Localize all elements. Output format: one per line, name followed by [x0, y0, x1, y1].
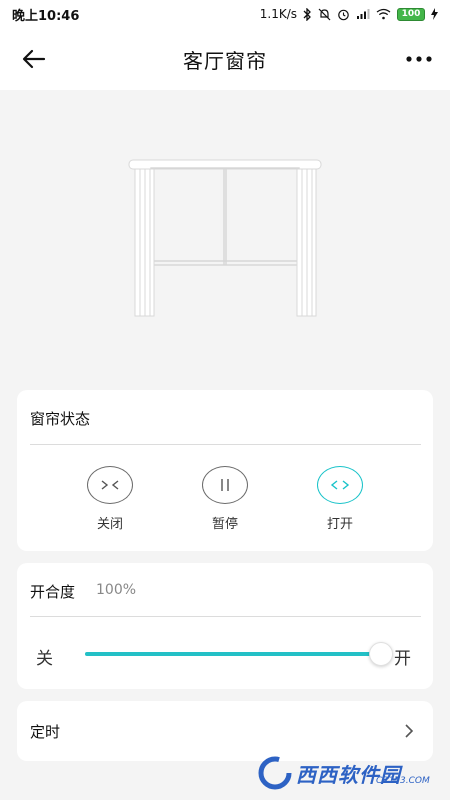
- open-curtain-label: 打开: [326, 517, 353, 532]
- wifi-icon: [376, 8, 391, 20]
- timer-title: 定时: [30, 723, 61, 741]
- status-time: 晚上10:46: [12, 8, 80, 24]
- open-curtain-circle: [317, 466, 363, 504]
- bluetooth-icon: [303, 7, 312, 21]
- curtain-image: [128, 159, 322, 317]
- pause-label: 暂停: [211, 517, 238, 532]
- open-curtain-button[interactable]: 打开: [310, 466, 370, 532]
- more-button[interactable]: [404, 46, 434, 72]
- battery-icon: 100: [397, 7, 425, 21]
- close-curtain-label: 关闭: [96, 517, 123, 532]
- status-icons: 1.1K/s 100: [260, 7, 438, 21]
- more-dots-icon: [406, 56, 432, 62]
- pause-circle: [202, 466, 248, 504]
- openness-card: 开合度 100% 关 开: [17, 563, 433, 689]
- pause-icon: [221, 479, 229, 491]
- close-curtain-circle: [87, 466, 133, 504]
- divider: [30, 444, 421, 445]
- pause-button[interactable]: 暂停: [195, 466, 255, 532]
- page-title: 客厅窗帘: [183, 48, 267, 73]
- slider-thumb[interactable]: [369, 642, 393, 666]
- watermark-logo: 西西软件园 CR173.COM: [258, 752, 438, 794]
- slider-min-label: 关: [36, 649, 53, 669]
- arrow-left-icon: [22, 49, 46, 69]
- alarm-icon: [337, 8, 350, 21]
- curtain-state-card: 窗帘状态 关闭 暂停 打开: [17, 390, 433, 551]
- charging-icon: [431, 8, 438, 20]
- curtain-illustration: [0, 90, 450, 390]
- openness-value: 100%: [96, 582, 137, 598]
- mute-bell-icon: [318, 8, 331, 21]
- chevron-right-icon: [401, 721, 417, 741]
- network-speed: 1.1K/s: [259, 7, 297, 21]
- watermark-c-icon: [258, 756, 292, 790]
- back-button[interactable]: [18, 44, 50, 74]
- signal-icon: [356, 8, 370, 20]
- status-bar: 晚上10:46 1.1K/s 100: [0, 0, 450, 28]
- app-header: 客厅窗帘: [0, 28, 450, 90]
- open-curtain-icon: [330, 480, 350, 490]
- slider-max-label: 开: [394, 649, 411, 669]
- watermark-site: CR173.COM: [376, 776, 430, 786]
- divider: [30, 616, 421, 617]
- slider-fill: [85, 652, 381, 656]
- close-curtain-button[interactable]: 关闭: [80, 466, 140, 532]
- close-curtain-icon: [101, 480, 119, 490]
- openness-title: 开合度: [30, 583, 76, 601]
- curtain-state-title: 窗帘状态: [30, 410, 91, 428]
- openness-slider[interactable]: [85, 642, 393, 666]
